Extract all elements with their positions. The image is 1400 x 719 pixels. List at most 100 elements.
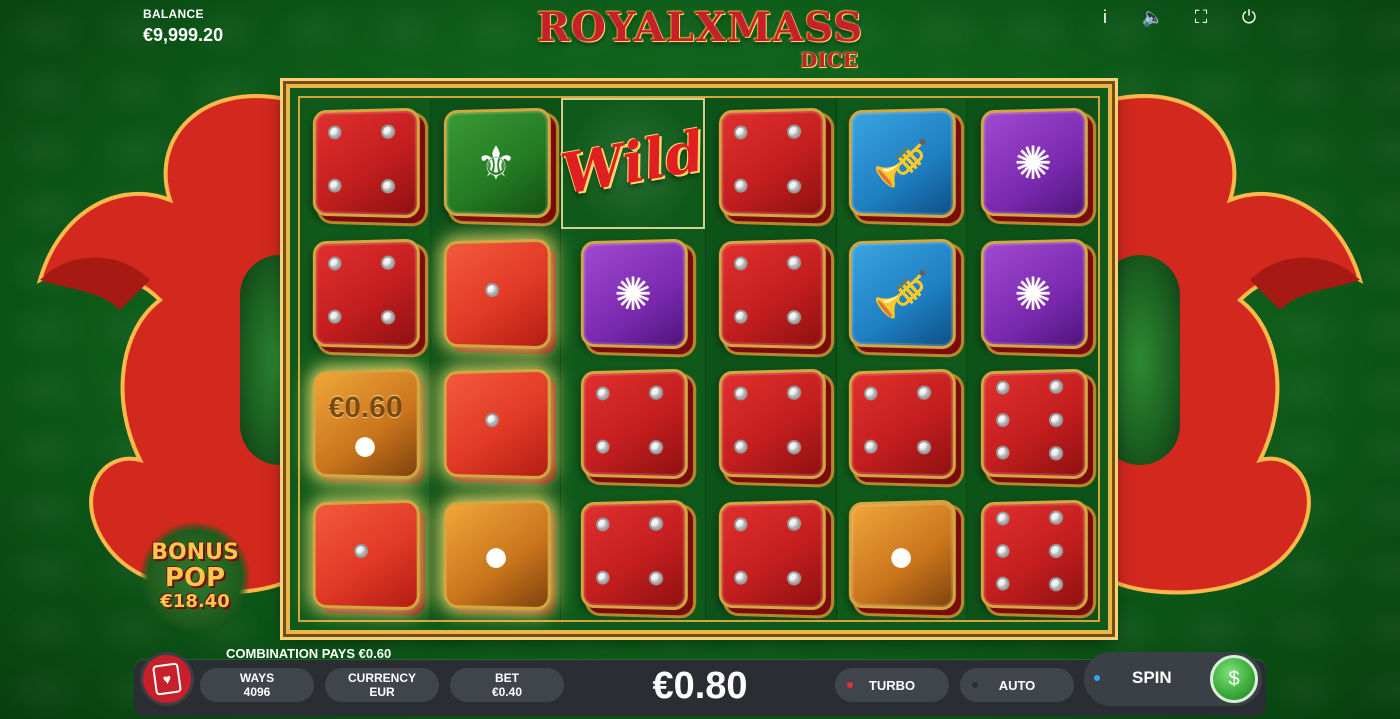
die-pip [786, 179, 801, 194]
wreath-right [1100, 255, 1180, 465]
bet-value: €0.40 [491, 685, 523, 699]
die-pip [733, 386, 748, 401]
reel-cell [300, 98, 431, 229]
reel-cell: ✺ [561, 228, 706, 359]
ways-label: WAYS [239, 671, 275, 685]
top-toolbar: i 🔈 ⛶ ⏻ [1094, 6, 1260, 28]
menu-button[interactable]: ♥ [140, 652, 194, 706]
reel-frame: ⚜ Wild 🎺 ✺ ✺ 🎺 ✺ ● €0.60 ● ● [286, 84, 1112, 634]
cash-stack-icon: $ [1210, 655, 1258, 703]
trumpet-icon: 🎺 [873, 267, 931, 321]
reel-cell: 🎺 [837, 228, 968, 359]
die-pip [649, 385, 664, 401]
currency-display: CURRENCY EUR [325, 668, 439, 702]
die-pip [733, 570, 748, 585]
die-pip [1048, 543, 1063, 558]
turbo-label: TURBO [868, 677, 916, 693]
die-pip [786, 255, 801, 270]
dice-symbol [980, 499, 1088, 611]
jewel-icon: ✺ [1013, 267, 1052, 320]
spin-button[interactable]: SPIN $ [1084, 652, 1262, 706]
die-pip [327, 125, 342, 140]
prize-value: €0.60 [328, 390, 403, 425]
dice-symbol [718, 238, 826, 350]
auto-indicator-dot [972, 682, 978, 688]
die-pip [995, 543, 1010, 558]
reel-cell [430, 228, 562, 359]
die-pip [380, 124, 395, 140]
die-pip [786, 385, 801, 401]
die-pip [786, 309, 801, 325]
sound-icon[interactable]: 🔈 [1142, 6, 1164, 28]
reel-grid: ⚜ Wild 🎺 ✺ ✺ 🎺 ✺ ● €0.60 ● ● [298, 96, 1100, 622]
die-pip [733, 125, 748, 140]
dice-symbol [580, 368, 688, 480]
die-pip [917, 385, 932, 401]
die-pip [786, 570, 801, 586]
jewel-icon: ✺ [1013, 137, 1052, 190]
die-pip [327, 309, 342, 324]
game-logo: ROYALXMASS DICE [520, 4, 880, 76]
logo-title: ROYALXMASS [536, 4, 864, 51]
reel-cell: 🎺 [837, 98, 968, 229]
bonus-pop-amount: €18.40 [160, 591, 230, 612]
die-pip [649, 570, 664, 586]
reel-cell: Wild [557, 98, 710, 229]
die-pip [733, 256, 748, 271]
info-icon[interactable]: i [1094, 6, 1116, 28]
dice-symbol [443, 238, 551, 350]
cards-icon: ♥ [152, 662, 182, 696]
die-pip [733, 178, 748, 193]
reel-cell [967, 359, 1098, 490]
dice-symbol [312, 238, 420, 350]
reel-cell: ● [430, 489, 562, 620]
reel-cell: ✺ [967, 98, 1098, 229]
die-pip [733, 517, 748, 532]
die-pip [864, 386, 878, 401]
die-pip [649, 516, 664, 531]
die-pip [327, 178, 342, 193]
die-pip [995, 380, 1010, 395]
die-pip [353, 543, 368, 558]
die-pip [327, 256, 342, 271]
logo-subtitle: DICE [800, 48, 858, 72]
bonus-pop-badge: BONUS POP €18.40 [140, 522, 250, 632]
reel-cell: ● [837, 489, 968, 620]
die-pip [786, 440, 801, 455]
reel-cell: ⚜ [430, 98, 562, 229]
die-pip [864, 439, 878, 454]
die-pip [786, 516, 801, 531]
die-pip [380, 179, 395, 194]
reel-cell: ✺ [967, 228, 1098, 359]
turbo-button[interactable]: TURBO [835, 668, 949, 702]
dice-symbol [580, 499, 688, 611]
autoplay-button[interactable]: AUTO [960, 668, 1074, 702]
auto-label: AUTO [998, 677, 1036, 693]
die-pip [380, 309, 395, 325]
reel-cell [430, 359, 562, 490]
symbol-die: ● [849, 499, 957, 611]
die-pip [484, 413, 499, 428]
dice-symbol [849, 368, 957, 480]
die-pip [995, 413, 1010, 428]
dice-symbol [718, 499, 826, 611]
reel-cell [837, 359, 968, 490]
fullscreen-icon[interactable]: ⛶ [1190, 6, 1212, 28]
die-pip [995, 576, 1010, 591]
die-pip [380, 255, 395, 270]
dice-symbol [980, 368, 1088, 480]
balance-label: BALANCE [143, 7, 204, 21]
reel-cell [705, 98, 837, 229]
reel-cell [561, 489, 706, 620]
power-icon[interactable]: ⏻ [1238, 6, 1260, 28]
bet-selector[interactable]: BET €0.40 [450, 668, 564, 702]
die-pip [1048, 576, 1063, 592]
dice-symbol [718, 107, 826, 219]
bonus-pop-line2: POP [164, 563, 226, 593]
symbol-die: ✺ [980, 107, 1088, 219]
prize-symbol: ● €0.60 [312, 368, 420, 480]
die-pip [596, 570, 610, 585]
symbol-die: ● [443, 499, 551, 611]
orb-icon: ● [887, 528, 916, 581]
reel-cell [561, 359, 706, 490]
